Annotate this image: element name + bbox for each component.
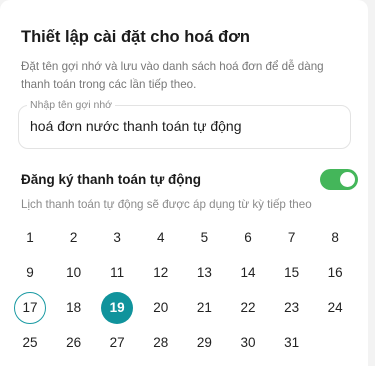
nickname-input[interactable]: hoá đơn nước thanh toán tự động: [30, 118, 241, 134]
day-2[interactable]: 2: [58, 222, 90, 254]
day-23[interactable]: 23: [276, 292, 308, 324]
page-title: Thiết lập cài đặt cho hoá đơn: [21, 28, 251, 46]
day-19[interactable]: 19: [101, 292, 134, 324]
auto-pay-hint: Lịch thanh toán tự động sẽ được áp dụng …: [21, 198, 312, 211]
day-13[interactable]: 13: [188, 257, 220, 289]
day-15[interactable]: 15: [276, 257, 308, 289]
day-22[interactable]: 22: [232, 292, 264, 324]
day-9[interactable]: 9: [14, 257, 46, 289]
day-picker: 1 2 3 4 5 6 7 8 9 10 11 12 13 14 15 16 17 18 19 20 21 22 23 24 2…: [14, 222, 364, 366]
day-24[interactable]: 24: [319, 292, 351, 324]
day-12[interactable]: 12: [145, 257, 177, 289]
nickname-field-label: Nhập tên gợi nhớ: [27, 98, 116, 112]
day-29[interactable]: 29: [188, 327, 220, 359]
day-26[interactable]: 26: [58, 327, 90, 359]
toggle-knob: [340, 172, 355, 187]
auto-pay-toggle[interactable]: [320, 169, 358, 190]
day-18[interactable]: 18: [58, 292, 90, 324]
day-14[interactable]: 14: [232, 257, 264, 289]
day-7[interactable]: 7: [276, 222, 308, 254]
invoice-settings-card: Thiết lập cài đặt cho hoá đơn Đặt tên gợ…: [0, 0, 368, 366]
day-4[interactable]: 4: [145, 222, 177, 254]
auto-pay-label: Đăng ký thanh toán tự động: [21, 172, 202, 187]
day-30[interactable]: 30: [232, 327, 264, 359]
day-25[interactable]: 25: [14, 327, 46, 359]
day-5[interactable]: 5: [188, 222, 220, 254]
day-11[interactable]: 11: [101, 257, 133, 289]
day-27[interactable]: 27: [101, 327, 133, 359]
day-16[interactable]: 16: [319, 257, 351, 289]
day-8[interactable]: 8: [319, 222, 351, 254]
day-28[interactable]: 28: [145, 327, 177, 359]
day-21[interactable]: 21: [188, 292, 220, 324]
page-description: Đặt tên gợi nhớ và lưu vào danh sách hoá…: [21, 60, 324, 91]
nickname-field[interactable]: Nhập tên gợi nhớ hoá đơn nước thanh toán…: [18, 98, 351, 149]
day-3[interactable]: 3: [101, 222, 133, 254]
day-20[interactable]: 20: [145, 292, 177, 324]
day-6[interactable]: 6: [232, 222, 264, 254]
day-31[interactable]: 31: [276, 327, 308, 359]
day-10[interactable]: 10: [58, 257, 90, 289]
day-1[interactable]: 1: [14, 222, 46, 254]
day-17[interactable]: 17: [14, 292, 46, 324]
